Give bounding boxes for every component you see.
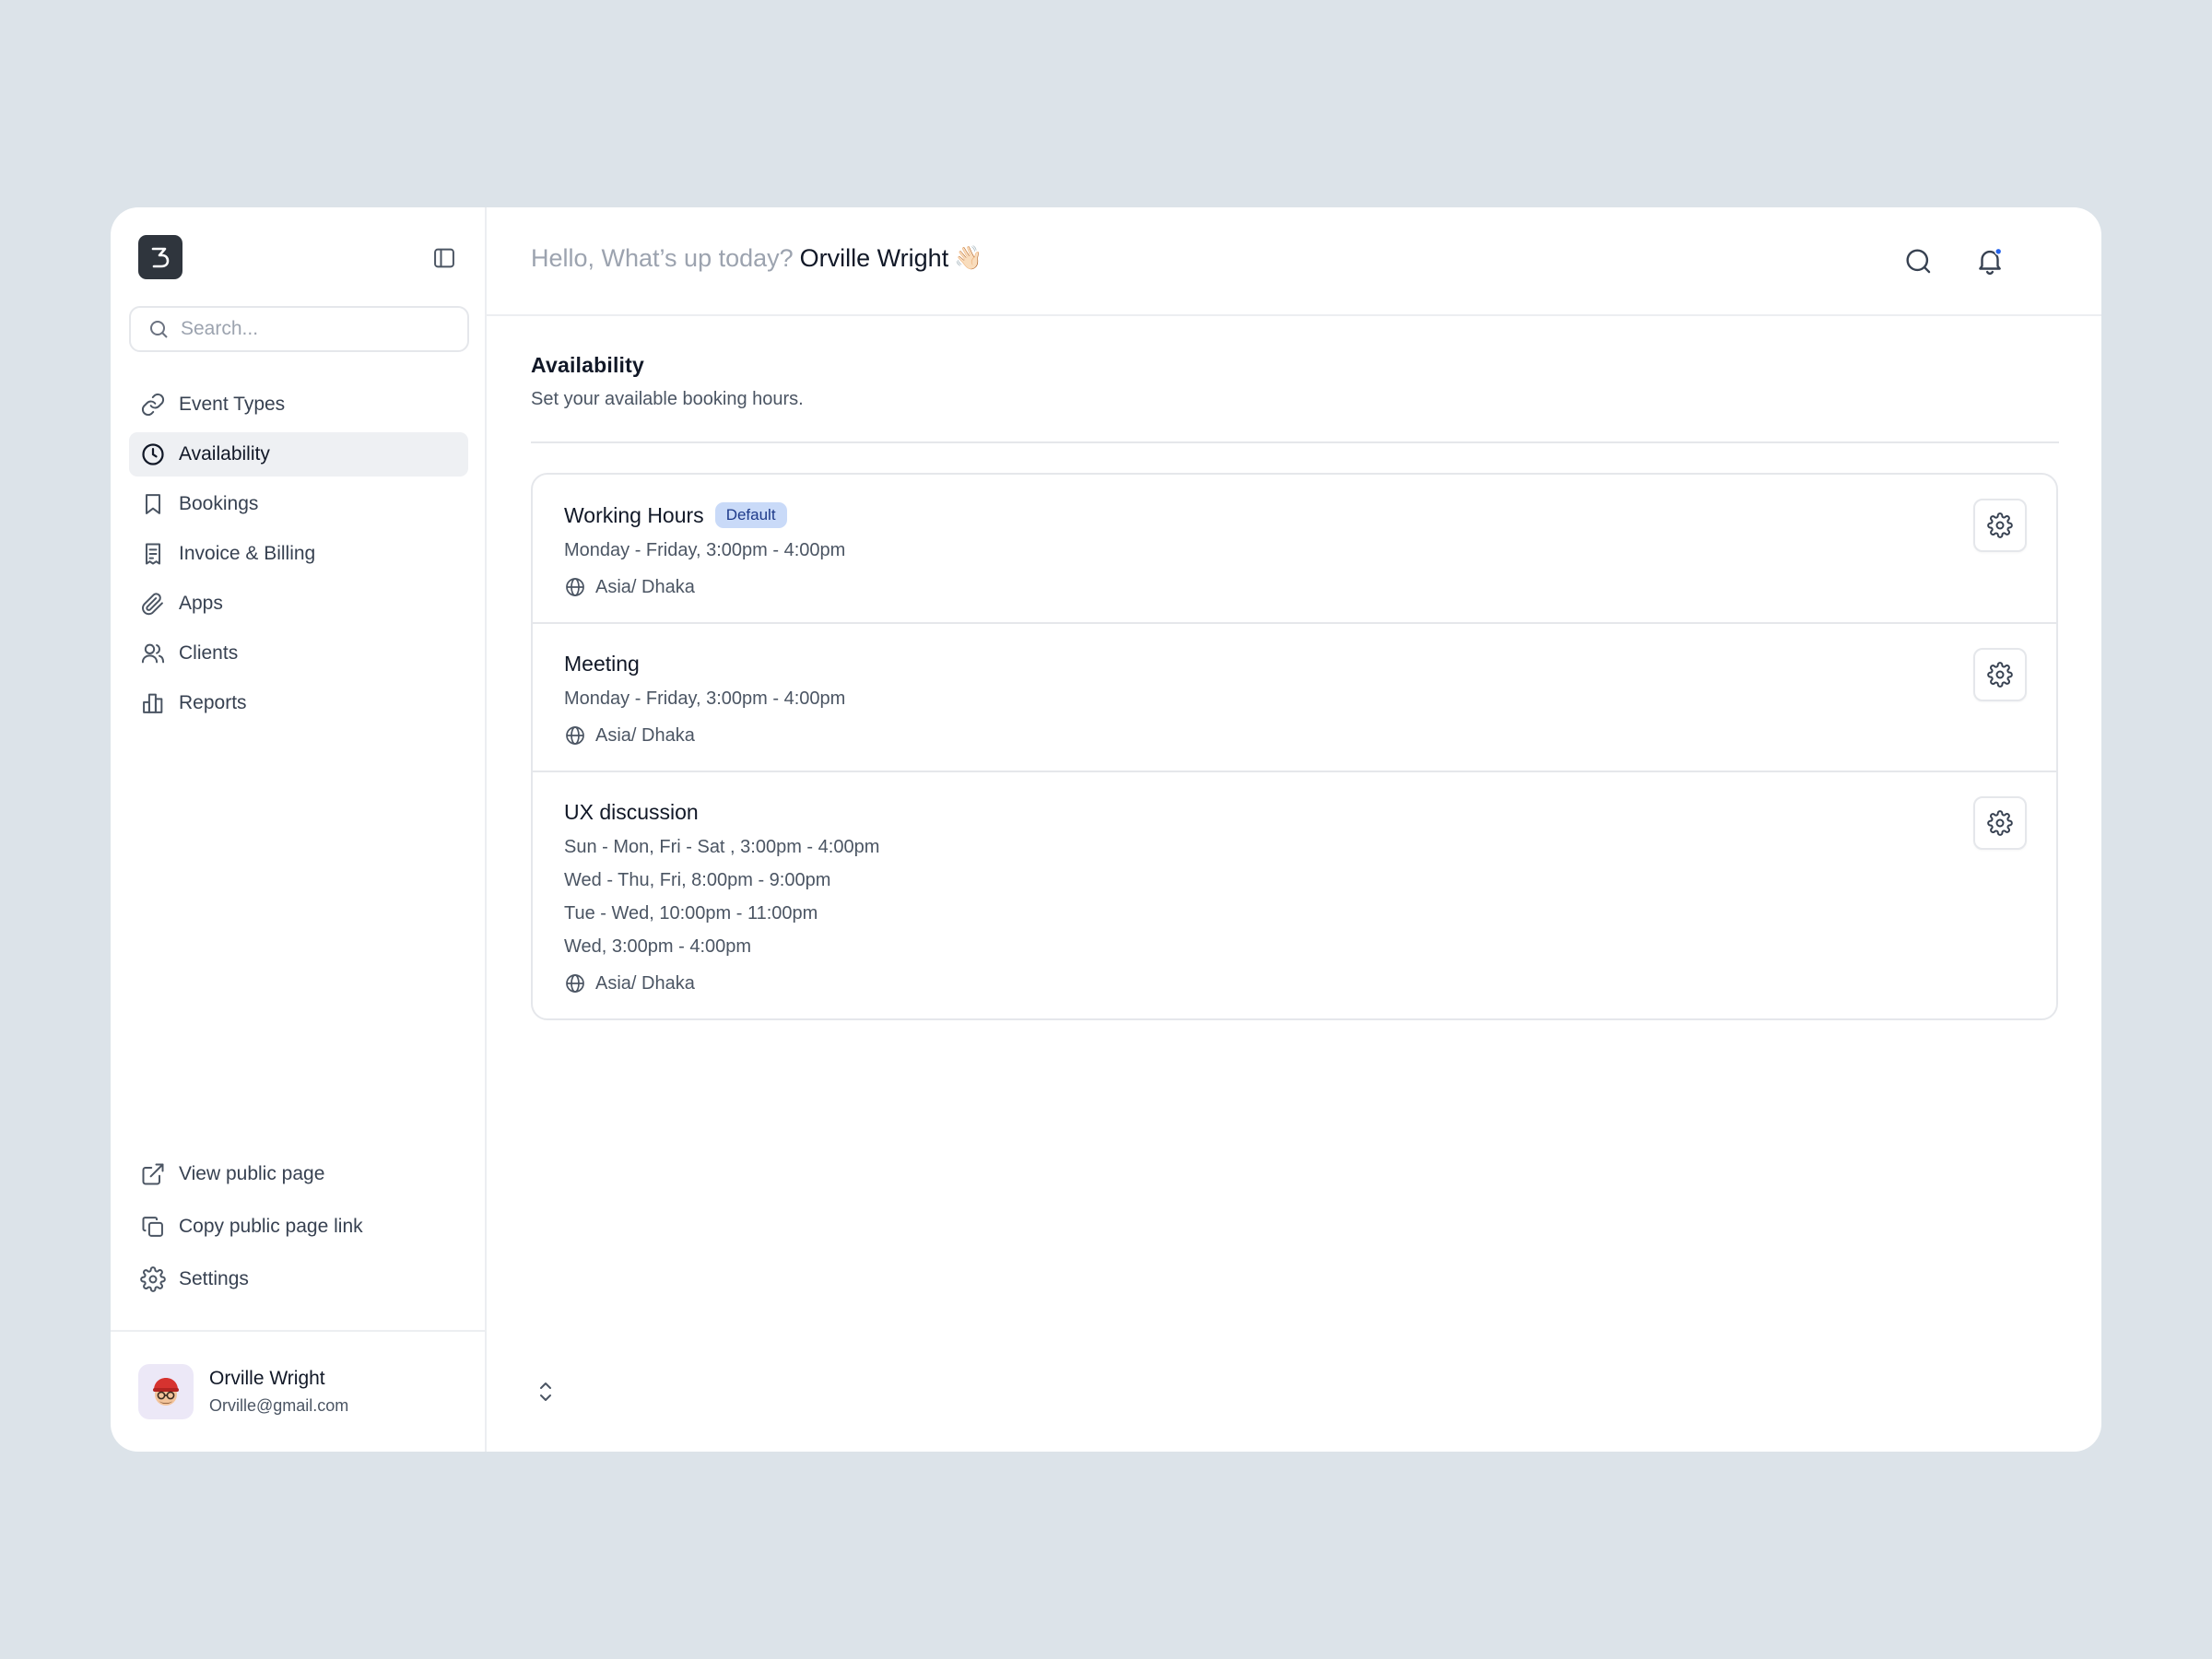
schedule-card-working-hours[interactable]: Working Hours Default Monday - Friday, 3… [533, 475, 2056, 624]
schedule-timezone: Asia/ Dhaka [564, 972, 2025, 994]
section-header: Availability Set your available booking … [531, 353, 2059, 410]
user-name: Orville Wright [209, 1368, 325, 1389]
greeting-user-name: Orville Wright [799, 244, 949, 272]
paperclip-icon [140, 591, 166, 617]
gear-icon [140, 1266, 166, 1292]
schedule-settings-button[interactable] [1973, 499, 2027, 552]
sidebar-item-label: Event Types [179, 394, 286, 415]
bell-icon [1974, 245, 2006, 276]
users-icon [140, 641, 166, 666]
avatar [138, 1364, 194, 1419]
clock-icon [140, 441, 166, 467]
schedule-time: Monday - Friday, 3:00pm - 4:00pm [564, 688, 846, 709]
settings-link[interactable]: Settings [129, 1256, 468, 1302]
logo-mark-icon [151, 247, 170, 268]
schedule-time: Tue - Wed, 10:00pm - 11:00pm [564, 903, 818, 924]
external-link-icon [140, 1161, 166, 1187]
schedule-timezone: Asia/ Dhaka [564, 576, 2025, 598]
copy-icon [140, 1214, 166, 1240]
sidebar-item-label: Invoice & Billing [179, 543, 316, 564]
user-email: Orville@gmail.com [209, 1396, 349, 1415]
copy-public-link-label: Copy public page link [179, 1216, 363, 1237]
sidebar-item-apps[interactable]: Apps [129, 582, 468, 626]
user-profile[interactable]: Orville Wright Orville@gmail.com [111, 1330, 551, 1452]
copy-public-link-button[interactable]: Copy public page link [129, 1204, 468, 1250]
view-public-page-label: View public page [179, 1163, 325, 1184]
main-nav: Event Types Availability Bookings Invoic… [129, 382, 468, 731]
view-public-page-link[interactable]: View public page [129, 1151, 468, 1197]
settings-label: Settings [179, 1268, 249, 1289]
app-logo[interactable] [138, 235, 182, 279]
schedule-time: Monday - Friday, 3:00pm - 4:00pm [564, 540, 846, 560]
greeting-text: Hello, What’s up today? [531, 244, 794, 272]
search-icon [147, 318, 170, 340]
sidebar-item-availability[interactable]: Availability [129, 432, 468, 477]
divider [531, 441, 2059, 443]
search-button[interactable] [1902, 245, 1934, 276]
greeting: Hello, What’s up today? Orville Wright 👋… [531, 244, 982, 273]
search-input[interactable] [181, 318, 457, 340]
bookmark-icon [140, 491, 166, 517]
sidebar: Event Types Availability Bookings [111, 207, 551, 1452]
sidebar-item-label: Clients [179, 642, 239, 664]
schedule-card-meeting[interactable]: Meeting Monday - Friday, 3:00pm - 4:00pm… [533, 624, 2056, 772]
secondary-nav: View public page Copy public page link S… [129, 1151, 468, 1309]
link-icon [140, 392, 166, 418]
top-bar: Hello, What’s up today? Orville Wright 👋… [487, 207, 2101, 316]
page-subtitle: Set your available booking hours. [531, 389, 804, 409]
schedule-card-ux-discussion[interactable]: UX discussion Sun - Mon, Fri - Sat , 3:0… [533, 772, 2056, 1018]
sidebar-item-label: Reports [179, 692, 247, 713]
main-content: Hello, What’s up today? Orville Wright 👋… [487, 207, 2101, 1452]
schedule-settings-button[interactable] [1973, 796, 2027, 850]
sidebar-item-clients[interactable]: Clients [129, 631, 468, 676]
app-window: Event Types Availability Bookings [111, 207, 2101, 1452]
schedule-time: Sun - Mon, Fri - Sat , 3:00pm - 4:00pm [564, 837, 880, 857]
search-icon [1902, 245, 1934, 276]
sidebar-item-bookings[interactable]: Bookings [129, 482, 468, 526]
sidebar-item-label: Availability [179, 443, 270, 465]
schedule-time: Wed - Thu, Fri, 8:00pm - 9:00pm [564, 870, 831, 890]
schedule-settings-button[interactable] [1973, 648, 2027, 701]
gear-icon [1987, 662, 2013, 688]
schedule-list: Working Hours Default Monday - Friday, 3… [531, 473, 2058, 1020]
default-badge: Default [714, 502, 787, 528]
timezone-label: Asia/ Dhaka [595, 972, 695, 994]
avatar-illustration-icon [153, 1378, 179, 1406]
schedule-time: Wed, 3:00pm - 4:00pm [564, 936, 752, 957]
bar-chart-icon [140, 690, 166, 716]
sidebar-search[interactable] [129, 306, 469, 352]
gear-icon [1987, 810, 2013, 836]
sidebar-item-label: Bookings [179, 493, 259, 514]
schedule-timezone: Asia/ Dhaka [564, 724, 2025, 747]
schedule-title: Working Hours [564, 502, 704, 527]
timezone-label: Asia/ Dhaka [595, 724, 695, 746]
receipt-icon [140, 541, 166, 567]
globe-icon [564, 724, 586, 747]
page-title: Availability [531, 353, 644, 377]
globe-icon [564, 972, 586, 994]
schedule-title: Meeting [564, 652, 640, 676]
sidebar-toggle-icon[interactable] [431, 245, 457, 271]
sidebar-item-invoice-billing[interactable]: Invoice & Billing [129, 532, 468, 576]
wave-emoji: 👋🏻 [954, 245, 983, 271]
globe-icon [564, 576, 586, 598]
sidebar-item-label: Apps [179, 593, 223, 614]
notifications-button[interactable] [1974, 245, 2006, 276]
schedule-title: UX discussion [564, 800, 699, 824]
timezone-label: Asia/ Dhaka [595, 576, 695, 597]
sidebar-item-reports[interactable]: Reports [129, 681, 468, 725]
gear-icon [1987, 512, 2013, 538]
sidebar-item-event-types[interactable]: Event Types [129, 382, 468, 427]
